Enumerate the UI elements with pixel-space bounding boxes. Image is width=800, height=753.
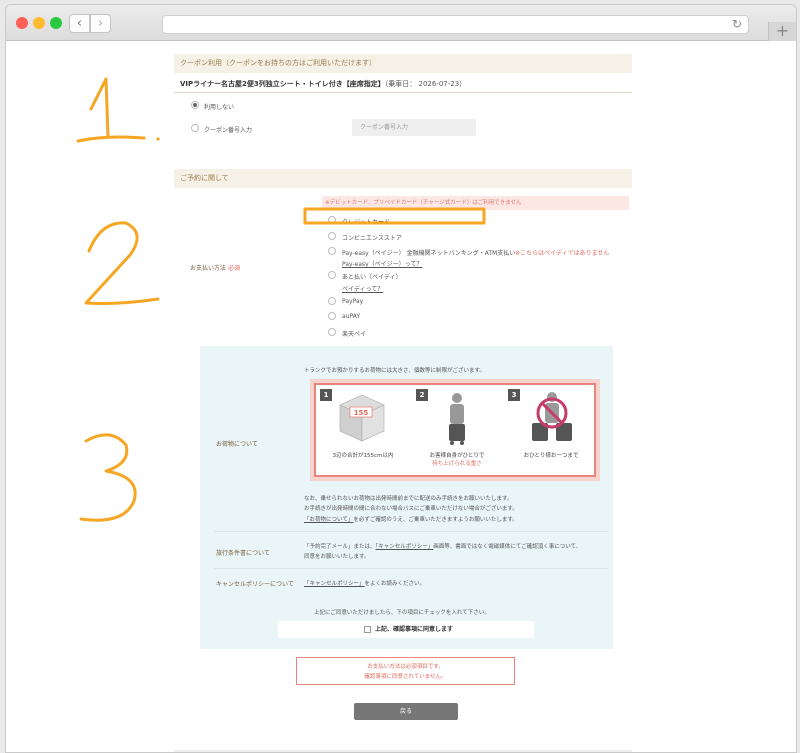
annotation-1-mark [89,77,110,139]
annotation-1-base [76,135,146,143]
browser-window: ‹ › ↻ + クーポン利用（クーポンをお持ちの方はご利用いただけます） VIP… [5,4,797,753]
annotation-dot [156,137,160,141]
close-window-button[interactable] [16,17,28,29]
handwritten-annotations [76,77,486,522]
annotation-3-mark [79,433,137,522]
address-bar[interactable]: ↻ [162,15,749,34]
reload-icon[interactable]: ↻ [732,17,742,31]
annotation-2-mark [84,221,160,305]
maximize-window-button[interactable] [50,17,62,29]
forward-button[interactable]: › [90,14,111,33]
title-bar: ‹ › ↻ + [6,5,796,41]
new-tab-button[interactable]: + [768,22,796,41]
highlight-rectangle [303,207,486,225]
minimize-window-button[interactable] [33,17,45,29]
page-content: クーポン利用（クーポンをお持ちの方はご利用いただけます） VIPライナー名古屋2… [6,41,796,752]
back-button[interactable]: ‹ [69,14,90,33]
